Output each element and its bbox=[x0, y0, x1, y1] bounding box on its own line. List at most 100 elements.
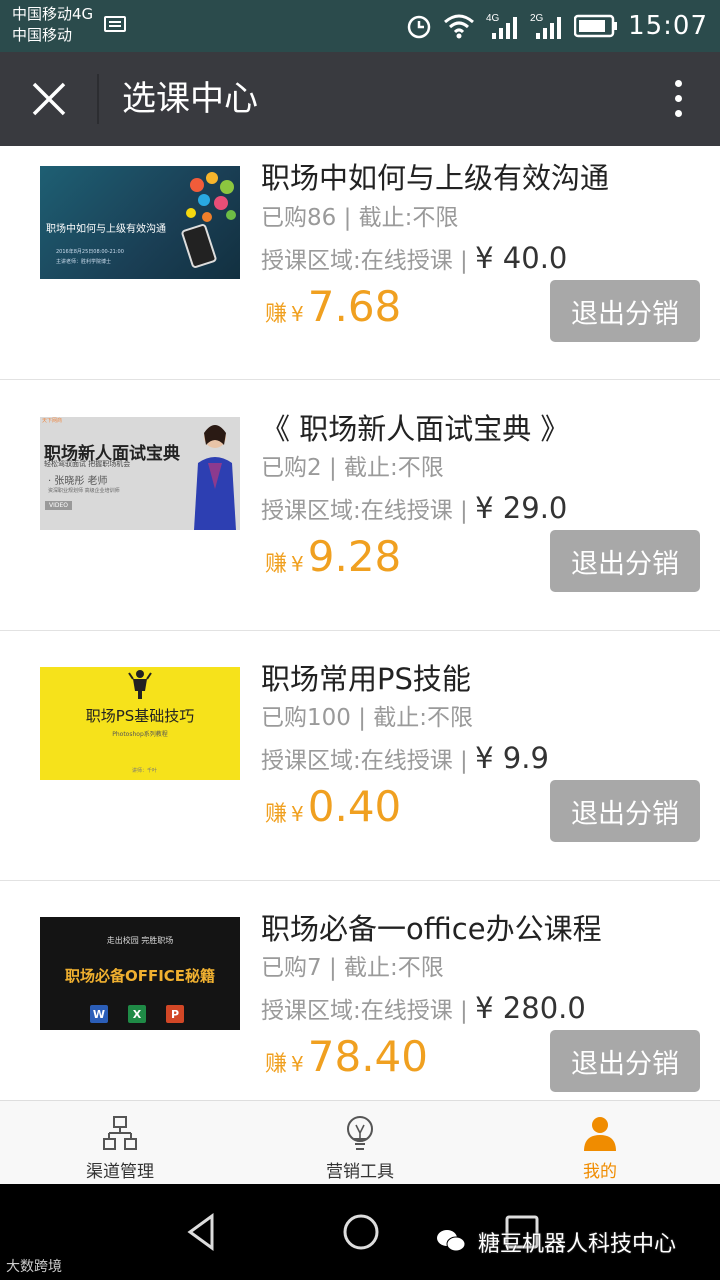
earn-currency: ¥ bbox=[291, 302, 304, 326]
course-list[interactable]: 职场中如何与上级有效沟通 2016年8月25日08:00-21:00 主讲老师：… bbox=[0, 146, 720, 1100]
course-thumbnail[interactable]: 天下网商 职场新人面试宝典 轻松驾驭面试 把握职场机会 · 张晓彤 老师 资深职… bbox=[40, 417, 240, 530]
thumb-title: 职场必备OFFICE秘籍 bbox=[64, 967, 216, 985]
thumb-subtitle: Photoshop系列教程 bbox=[112, 731, 168, 738]
earn-currency: ¥ bbox=[291, 802, 304, 826]
quit-distribution-button[interactable]: 退出分销 bbox=[550, 530, 700, 592]
course-thumbnail[interactable]: 职场中如何与上级有效沟通 2016年8月25日08:00-21:00 主讲老师：… bbox=[40, 166, 240, 279]
course-region: 授课区域:在线授课 | ¥ 40.0 bbox=[261, 243, 567, 276]
teacher-photo bbox=[194, 425, 236, 530]
keyboard-icon bbox=[104, 16, 126, 32]
course-price: ¥ 9.9 bbox=[475, 741, 549, 775]
close-button[interactable] bbox=[22, 72, 76, 126]
course-item[interactable]: 天下网商 职场新人面试宝典 轻松驾驭面试 把握职场机会 · 张晓彤 老师 资深职… bbox=[0, 381, 720, 631]
tab-label: 营销工具 bbox=[326, 1162, 394, 1182]
lightbulb-icon bbox=[347, 1116, 373, 1150]
user-icon bbox=[584, 1117, 616, 1151]
course-item[interactable]: 走出校园 完胜职场 职场必备OFFICE秘籍 W X P 职场必备一office… bbox=[0, 881, 720, 1100]
org-chart-icon bbox=[103, 1116, 137, 1150]
wifi-icon bbox=[444, 14, 475, 39]
course-meta: 已购100 | 截止:不限 bbox=[261, 705, 474, 731]
course-thumbnail[interactable]: 职场PS基础技巧 Photoshop系列教程 讲师：千叶 bbox=[40, 667, 240, 780]
region-label: 授课区域:在线授课 | bbox=[261, 248, 468, 274]
earn-label: 赚 bbox=[265, 552, 288, 577]
carrier-info: 中国移动4G 中国移动 bbox=[12, 4, 93, 46]
region-label: 授课区域:在线授课 | bbox=[261, 498, 468, 524]
tab-channel-management[interactable]: 渠道管理 bbox=[0, 1101, 240, 1185]
phone-illustration bbox=[180, 222, 218, 270]
alarm-icon bbox=[407, 15, 431, 39]
course-region: 授课区域:在线授课 | ¥ 9.9 bbox=[261, 743, 549, 776]
bottom-tab-bar: 渠道管理 营销工具 我的 bbox=[0, 1100, 720, 1184]
course-region: 授课区域:在线授课 | ¥ 280.0 bbox=[261, 993, 586, 1026]
course-thumbnail[interactable]: 走出校园 完胜职场 职场必备OFFICE秘籍 W X P bbox=[40, 917, 240, 1030]
decor-dot bbox=[206, 172, 218, 184]
net-2g-label: 2G bbox=[530, 13, 544, 24]
close-icon bbox=[32, 82, 66, 116]
figure-illustration bbox=[128, 670, 152, 699]
thumb-video-badge: VIDEO bbox=[45, 501, 73, 510]
commission: 赚 ¥9.28 bbox=[265, 532, 401, 581]
clock-time: 15:07 bbox=[628, 11, 708, 41]
back-icon[interactable] bbox=[180, 1210, 224, 1254]
net-4g-label: 4G bbox=[486, 13, 500, 24]
quit-distribution-button[interactable]: 退出分销 bbox=[550, 1030, 700, 1092]
course-title[interactable]: 职场中如何与上级有效沟通 bbox=[261, 159, 609, 197]
decor-dot bbox=[202, 212, 212, 222]
more-menu-button[interactable] bbox=[666, 76, 690, 124]
more-dot bbox=[674, 95, 682, 102]
course-title[interactable]: 职场必备一office办公课程 bbox=[261, 910, 602, 948]
more-dot bbox=[674, 110, 682, 117]
thumb-title: 职场PS基础技巧 bbox=[85, 707, 195, 725]
course-price: ¥ 280.0 bbox=[475, 991, 586, 1025]
more-dot bbox=[674, 80, 682, 87]
corner-watermark: 大数跨境 bbox=[6, 1259, 62, 1275]
quit-distribution-button[interactable]: 退出分销 bbox=[550, 780, 700, 842]
header-divider bbox=[97, 74, 99, 124]
course-item[interactable]: 职场PS基础技巧 Photoshop系列教程 讲师：千叶 职场常用PS技能 已购… bbox=[0, 631, 720, 881]
page-title: 选课中心 bbox=[122, 79, 258, 119]
signal-4g-icon: 4G bbox=[486, 13, 518, 39]
course-meta: 已购7 | 截止:不限 bbox=[261, 955, 444, 981]
word-icon: W bbox=[90, 1005, 108, 1023]
region-label: 授课区域:在线授课 | bbox=[261, 748, 468, 774]
thumb-logo: 天下网商 bbox=[42, 418, 63, 424]
course-region: 授课区域:在线授课 | ¥ 29.0 bbox=[261, 493, 567, 526]
app-header: 选课中心 bbox=[0, 52, 720, 146]
thumb-teacher: · 张晓彤 老师 bbox=[48, 476, 108, 487]
carrier-line-1: 中国移动4G bbox=[12, 5, 94, 23]
home-icon[interactable] bbox=[339, 1210, 383, 1254]
course-price: ¥ 29.0 bbox=[475, 491, 568, 525]
carrier-line-2: 中国移动 bbox=[12, 26, 73, 44]
tab-marketing-tools[interactable]: 营销工具 bbox=[240, 1101, 480, 1185]
earn-amount: 7.68 bbox=[307, 282, 402, 331]
earn-label: 赚 bbox=[265, 1052, 288, 1077]
region-label: 授课区域:在线授课 | bbox=[261, 998, 468, 1024]
earn-currency: ¥ bbox=[291, 1052, 304, 1076]
thumb-desc: 资深职业规划师 高级企业培训师 bbox=[48, 488, 120, 494]
tab-mine[interactable]: 我的 bbox=[480, 1101, 720, 1185]
earn-currency: ¥ bbox=[291, 552, 304, 576]
decor-dot bbox=[190, 178, 204, 192]
quit-distribution-button[interactable]: 退出分销 bbox=[550, 280, 700, 342]
decor-dot bbox=[226, 210, 236, 220]
wechat-icon bbox=[437, 1230, 466, 1252]
course-title[interactable]: 职场常用PS技能 bbox=[261, 660, 471, 698]
decor-dot bbox=[214, 196, 228, 210]
signal-2g-icon: 2G bbox=[530, 13, 562, 39]
tab-label: 我的 bbox=[583, 1162, 617, 1182]
decor-dot bbox=[198, 194, 210, 206]
tab-label: 渠道管理 bbox=[86, 1162, 154, 1182]
course-price: ¥ 40.0 bbox=[475, 241, 568, 275]
powerpoint-icon: P bbox=[166, 1005, 184, 1023]
earn-label: 赚 bbox=[265, 302, 288, 327]
course-title[interactable]: 《 职场新人面试宝典 》 bbox=[261, 410, 569, 448]
watermark-text: 糖豆机器人科技中心 bbox=[478, 1232, 677, 1257]
course-meta: 已购2 | 截止:不限 bbox=[261, 455, 444, 481]
excel-icon: X bbox=[128, 1005, 146, 1023]
course-item[interactable]: 职场中如何与上级有效沟通 2016年8月25日08:00-21:00 主讲老师：… bbox=[0, 146, 720, 380]
thumb-footer: 讲师：千叶 bbox=[132, 768, 158, 774]
decor-dot bbox=[186, 208, 196, 218]
battery-icon bbox=[574, 14, 618, 38]
earn-label: 赚 bbox=[265, 802, 288, 827]
commission: 赚 ¥0.40 bbox=[265, 782, 401, 831]
